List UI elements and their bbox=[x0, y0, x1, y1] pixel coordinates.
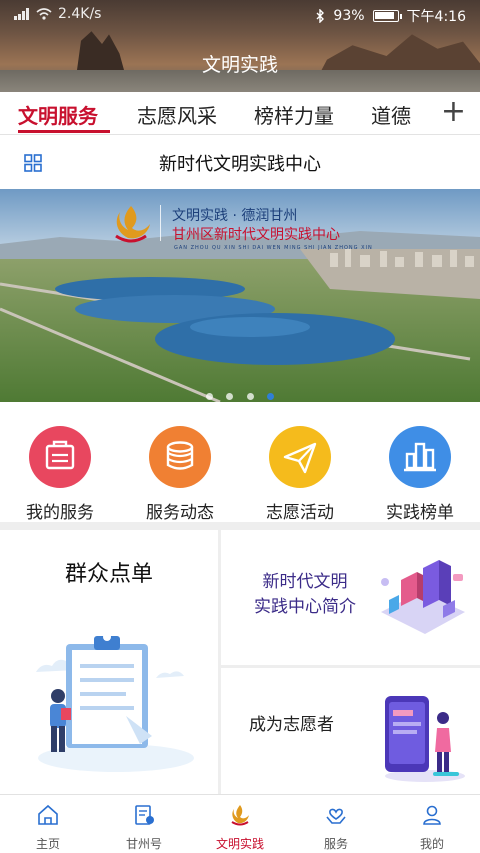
header: 2.4K/s 93% 下午4:16 文明实践 bbox=[0, 0, 480, 92]
service-box-icon bbox=[29, 426, 91, 488]
nav-service[interactable]: 服务 bbox=[288, 803, 384, 852]
tab-bangyang-liliang[interactable]: 榜样力量 bbox=[254, 100, 334, 129]
clock: 下午4:16 bbox=[406, 9, 466, 25]
service-news-button[interactable]: 服务动态 bbox=[120, 426, 240, 523]
paper-plane-icon bbox=[269, 426, 331, 488]
section-divider bbox=[0, 522, 480, 530]
become-volunteer-card[interactable]: 成为志愿者 bbox=[221, 668, 480, 794]
coins-icon bbox=[149, 426, 211, 488]
nav-home[interactable]: 主页 bbox=[0, 803, 96, 852]
practice-ranking-button[interactable]: 实践榜单 bbox=[360, 426, 480, 523]
become-volunteer-title: 成为志愿者 bbox=[249, 715, 334, 735]
nav-ganzhouhao[interactable]: 甘州号 bbox=[96, 803, 192, 852]
nav-wenming-shijian[interactable]: 文明实践 bbox=[192, 803, 288, 852]
hands-heart-icon bbox=[326, 808, 346, 824]
clipboard-illustration bbox=[36, 633, 194, 772]
banner-slogan: 文明实践 · 德润甘州 bbox=[172, 208, 298, 224]
service-label: 实践榜单 bbox=[386, 503, 454, 523]
category-tabs: 文明服务 志愿风采 榜样力量 道德 + bbox=[0, 92, 480, 135]
carousel-dot-active[interactable] bbox=[266, 393, 274, 400]
service-label: 服务动态 bbox=[146, 503, 214, 523]
user-icon bbox=[423, 805, 441, 825]
bluetooth-icon bbox=[316, 9, 325, 23]
nav-mine[interactable]: 我的 bbox=[384, 803, 480, 852]
city-isometric-illustration bbox=[381, 560, 465, 634]
banner-logo-icon bbox=[115, 206, 150, 243]
battery-icon bbox=[372, 10, 402, 22]
center-intro-card[interactable]: 新时代文明 实践中心简介 bbox=[221, 530, 480, 665]
add-tab-button[interactable]: + bbox=[441, 94, 466, 130]
banner-carousel[interactable]: 文明实践 · 德润甘州 甘州区新时代文明实践中心 GAN ZHOU QU XIN… bbox=[0, 189, 480, 402]
center-title: 新时代文明实践中心 bbox=[159, 154, 321, 175]
carousel-dot[interactable] bbox=[246, 393, 254, 400]
wifi-icon bbox=[36, 8, 52, 20]
carousel-dot[interactable] bbox=[206, 393, 214, 400]
public-order-card[interactable]: 群众点单 bbox=[0, 530, 218, 794]
service-label: 志愿活动 bbox=[266, 503, 334, 523]
battery-percent: 93% bbox=[333, 8, 365, 24]
volunteer-activities-button[interactable]: 志愿活动 bbox=[240, 426, 360, 523]
center-intro-title: 新时代文明 实践中心简介 bbox=[254, 572, 356, 617]
tab-zhiyuan-fengcai[interactable]: 志愿风采 bbox=[137, 100, 217, 129]
active-tab-indicator bbox=[18, 130, 110, 133]
signal-icon bbox=[14, 8, 29, 20]
home-icon bbox=[38, 804, 58, 825]
center-bar: 新时代文明实践中心 bbox=[0, 135, 480, 189]
carousel-dot[interactable] bbox=[226, 393, 234, 400]
flame-logo-icon bbox=[231, 805, 249, 826]
document-icon bbox=[135, 805, 154, 825]
status-bar: 2.4K/s 93% 下午4:16 bbox=[0, 0, 480, 28]
tab-wenming-fuwu[interactable]: 文明服务 bbox=[18, 100, 98, 129]
bar-chart-icon bbox=[389, 426, 451, 488]
page-title: 文明实践 bbox=[201, 54, 278, 76]
service-label: 我的服务 bbox=[26, 503, 94, 523]
service-grid: 我的服务 服务动态 志愿活动 实践榜单 bbox=[0, 402, 480, 523]
network-speed: 2.4K/s bbox=[58, 6, 102, 22]
banner-center-name: 甘州区新时代文明实践中心 bbox=[172, 227, 340, 243]
public-order-title: 群众点单 bbox=[64, 562, 153, 587]
phone-volunteer-illustration bbox=[385, 696, 465, 782]
bottom-navigation: 主页 甘州号 文明实践 服务 我的 bbox=[0, 794, 480, 853]
banner-pinyin: GAN ZHOU QU XIN SHI DAI WEN MING SHI JIA… bbox=[174, 245, 373, 251]
my-services-button[interactable]: 我的服务 bbox=[0, 426, 120, 523]
tab-daode[interactable]: 道德 bbox=[371, 100, 411, 129]
